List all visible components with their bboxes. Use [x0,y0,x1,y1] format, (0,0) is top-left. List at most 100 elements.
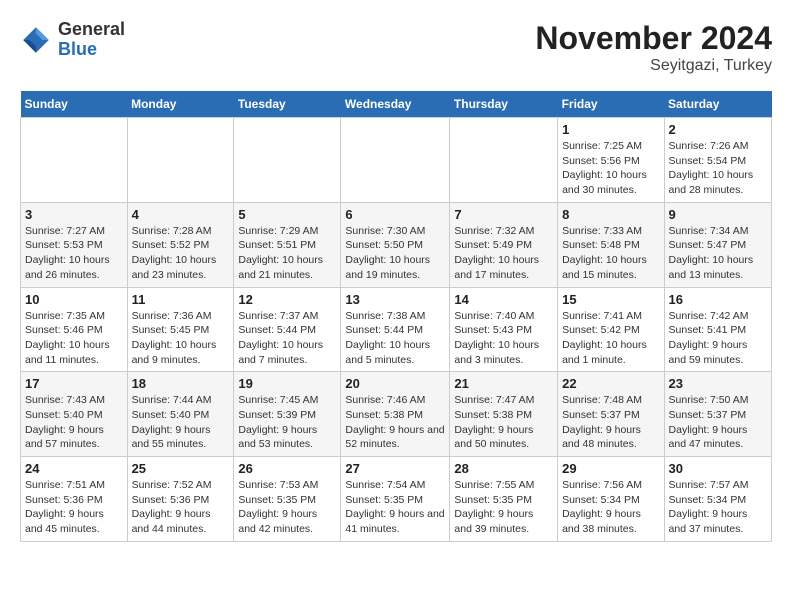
day-number: 5 [238,207,336,222]
day-number: 21 [454,376,553,391]
calendar-cell: 8 Sunrise: 7:33 AM Sunset: 5:48 PM Daylig… [558,202,664,287]
weekday-header-sunday: Sunday [21,91,128,118]
day-info: Sunrise: 7:47 AM Sunset: 5:38 PM Dayligh… [454,393,553,452]
calendar-cell: 26 Sunrise: 7:53 AM Sunset: 5:35 PM Dayli… [234,457,341,542]
week-row-5: 24 Sunrise: 7:51 AM Sunset: 5:36 PM Dayli… [21,457,772,542]
day-number: 12 [238,292,336,307]
logo-text: General Blue [58,20,125,60]
week-row-3: 10 Sunrise: 7:35 AM Sunset: 5:46 PM Dayli… [21,287,772,372]
calendar-cell: 22Sunrise: 7:48 AM Sunset: 5:37 PM Dayli… [558,372,664,457]
day-info: Sunrise: 7:34 AM Sunset: 5:47 PM Dayligh… [669,224,767,283]
day-info: Sunrise: 7:42 AM Sunset: 5:41 PM Dayligh… [669,309,767,368]
weekday-header-saturday: Saturday [664,91,771,118]
day-number: 1 [562,122,659,137]
day-info: Sunrise: 7:27 AM Sunset: 5:53 PM Dayligh… [25,224,123,283]
day-number: 4 [132,207,230,222]
calendar-cell: 24 Sunrise: 7:51 AM Sunset: 5:36 PM Dayli… [21,457,128,542]
calendar-cell: 3 Sunrise: 7:27 AM Sunset: 5:53 PM Daylig… [21,202,128,287]
calendar-cell: 21 Sunrise: 7:47 AM Sunset: 5:38 PM Dayli… [450,372,558,457]
month-title: November 2024 [535,20,772,57]
calendar-cell: 27 Sunrise: 7:54 AM Sunset: 5:35 PM Dayli… [341,457,450,542]
weekday-header-thursday: Thursday [450,91,558,118]
day-number: 2 [669,122,767,137]
calendar-cell: 20 Sunrise: 7:46 AM Sunset: 5:38 PM Dayli… [341,372,450,457]
calendar-cell: 10 Sunrise: 7:35 AM Sunset: 5:46 PM Dayli… [21,287,128,372]
day-number: 10 [25,292,123,307]
day-info: Sunrise: 7:48 AM Sunset: 5:37 PM Dayligh… [562,393,659,452]
calendar-cell: 2 Sunrise: 7:26 AM Sunset: 5:54 PM Daylig… [664,118,771,203]
day-number: 24 [25,461,123,476]
day-number: 14 [454,292,553,307]
day-info: Sunrise: 7:44 AM Sunset: 5:40 PM Dayligh… [132,393,230,452]
day-number: 11 [132,292,230,307]
day-info: Sunrise: 7:54 AM Sunset: 5:35 PM Dayligh… [345,478,445,537]
title-block: November 2024 Seyitgazi, Turkey [535,20,772,75]
day-number: 26 [238,461,336,476]
day-info: Sunrise: 7:46 AM Sunset: 5:38 PM Dayligh… [345,393,445,452]
calendar-cell: 5 Sunrise: 7:29 AM Sunset: 5:51 PM Daylig… [234,202,341,287]
day-info: Sunrise: 7:50 AM Sunset: 5:37 PM Dayligh… [669,393,767,452]
day-number: 23 [669,376,767,391]
day-info: Sunrise: 7:43 AM Sunset: 5:40 PM Dayligh… [25,393,123,452]
calendar-cell [341,118,450,203]
calendar-cell [127,118,234,203]
week-row-2: 3 Sunrise: 7:27 AM Sunset: 5:53 PM Daylig… [21,202,772,287]
calendar-cell [21,118,128,203]
calendar-cell: 19 Sunrise: 7:45 AM Sunset: 5:39 PM Dayli… [234,372,341,457]
calendar-cell: 13 Sunrise: 7:38 AM Sunset: 5:44 PM Dayli… [341,287,450,372]
day-info: Sunrise: 7:26 AM Sunset: 5:54 PM Dayligh… [669,139,767,198]
calendar-cell: 6Sunrise: 7:30 AM Sunset: 5:50 PM Daylig… [341,202,450,287]
day-info: Sunrise: 7:56 AM Sunset: 5:34 PM Dayligh… [562,478,659,537]
day-info: Sunrise: 7:33 AM Sunset: 5:48 PM Dayligh… [562,224,659,283]
day-info: Sunrise: 7:37 AM Sunset: 5:44 PM Dayligh… [238,309,336,368]
day-info: Sunrise: 7:57 AM Sunset: 5:34 PM Dayligh… [669,478,767,537]
weekday-header-wednesday: Wednesday [341,91,450,118]
logo: General Blue [20,20,125,60]
calendar-cell: 18Sunrise: 7:44 AM Sunset: 5:40 PM Dayli… [127,372,234,457]
day-info: Sunrise: 7:52 AM Sunset: 5:36 PM Dayligh… [132,478,230,537]
calendar-cell: 4 Sunrise: 7:28 AM Sunset: 5:52 PM Daylig… [127,202,234,287]
weekday-header-monday: Monday [127,91,234,118]
day-number: 9 [669,207,767,222]
calendar-cell: 23 Sunrise: 7:50 AM Sunset: 5:37 PM Dayli… [664,372,771,457]
day-number: 17 [25,376,123,391]
day-number: 29 [562,461,659,476]
day-info: Sunrise: 7:53 AM Sunset: 5:35 PM Dayligh… [238,478,336,537]
calendar-cell: 25Sunrise: 7:52 AM Sunset: 5:36 PM Dayli… [127,457,234,542]
day-number: 3 [25,207,123,222]
day-number: 28 [454,461,553,476]
week-row-1: 1Sunrise: 7:25 AM Sunset: 5:56 PM Daylig… [21,118,772,203]
logo-line1: General [58,20,125,40]
weekday-header-tuesday: Tuesday [234,91,341,118]
day-number: 15 [562,292,659,307]
location: Seyitgazi, Turkey [535,57,772,75]
calendar-cell: 16Sunrise: 7:42 AM Sunset: 5:41 PM Dayli… [664,287,771,372]
day-number: 13 [345,292,445,307]
day-info: Sunrise: 7:28 AM Sunset: 5:52 PM Dayligh… [132,224,230,283]
weekday-header-friday: Friday [558,91,664,118]
day-info: Sunrise: 7:32 AM Sunset: 5:49 PM Dayligh… [454,224,553,283]
weekday-header-row: SundayMondayTuesdayWednesdayThursdayFrid… [21,91,772,118]
calendar-cell: 7Sunrise: 7:32 AM Sunset: 5:49 PM Daylig… [450,202,558,287]
calendar-cell: 9 Sunrise: 7:34 AM Sunset: 5:47 PM Daylig… [664,202,771,287]
day-info: Sunrise: 7:29 AM Sunset: 5:51 PM Dayligh… [238,224,336,283]
day-number: 6 [345,207,445,222]
calendar-cell: 29 Sunrise: 7:56 AM Sunset: 5:34 PM Dayli… [558,457,664,542]
day-number: 19 [238,376,336,391]
day-info: Sunrise: 7:41 AM Sunset: 5:42 PM Dayligh… [562,309,659,368]
calendar-cell: 12 Sunrise: 7:37 AM Sunset: 5:44 PM Dayli… [234,287,341,372]
logo-line2: Blue [58,40,125,60]
calendar-cell [234,118,341,203]
day-number: 27 [345,461,445,476]
day-info: Sunrise: 7:36 AM Sunset: 5:45 PM Dayligh… [132,309,230,368]
day-info: Sunrise: 7:35 AM Sunset: 5:46 PM Dayligh… [25,309,123,368]
day-info: Sunrise: 7:38 AM Sunset: 5:44 PM Dayligh… [345,309,445,368]
calendar-cell: 28Sunrise: 7:55 AM Sunset: 5:35 PM Dayli… [450,457,558,542]
day-number: 20 [345,376,445,391]
logo-icon [20,24,52,56]
day-number: 30 [669,461,767,476]
day-number: 8 [562,207,659,222]
page-header: General Blue November 2024 Seyitgazi, Tu… [20,20,772,75]
day-info: Sunrise: 7:45 AM Sunset: 5:39 PM Dayligh… [238,393,336,452]
day-info: Sunrise: 7:51 AM Sunset: 5:36 PM Dayligh… [25,478,123,537]
